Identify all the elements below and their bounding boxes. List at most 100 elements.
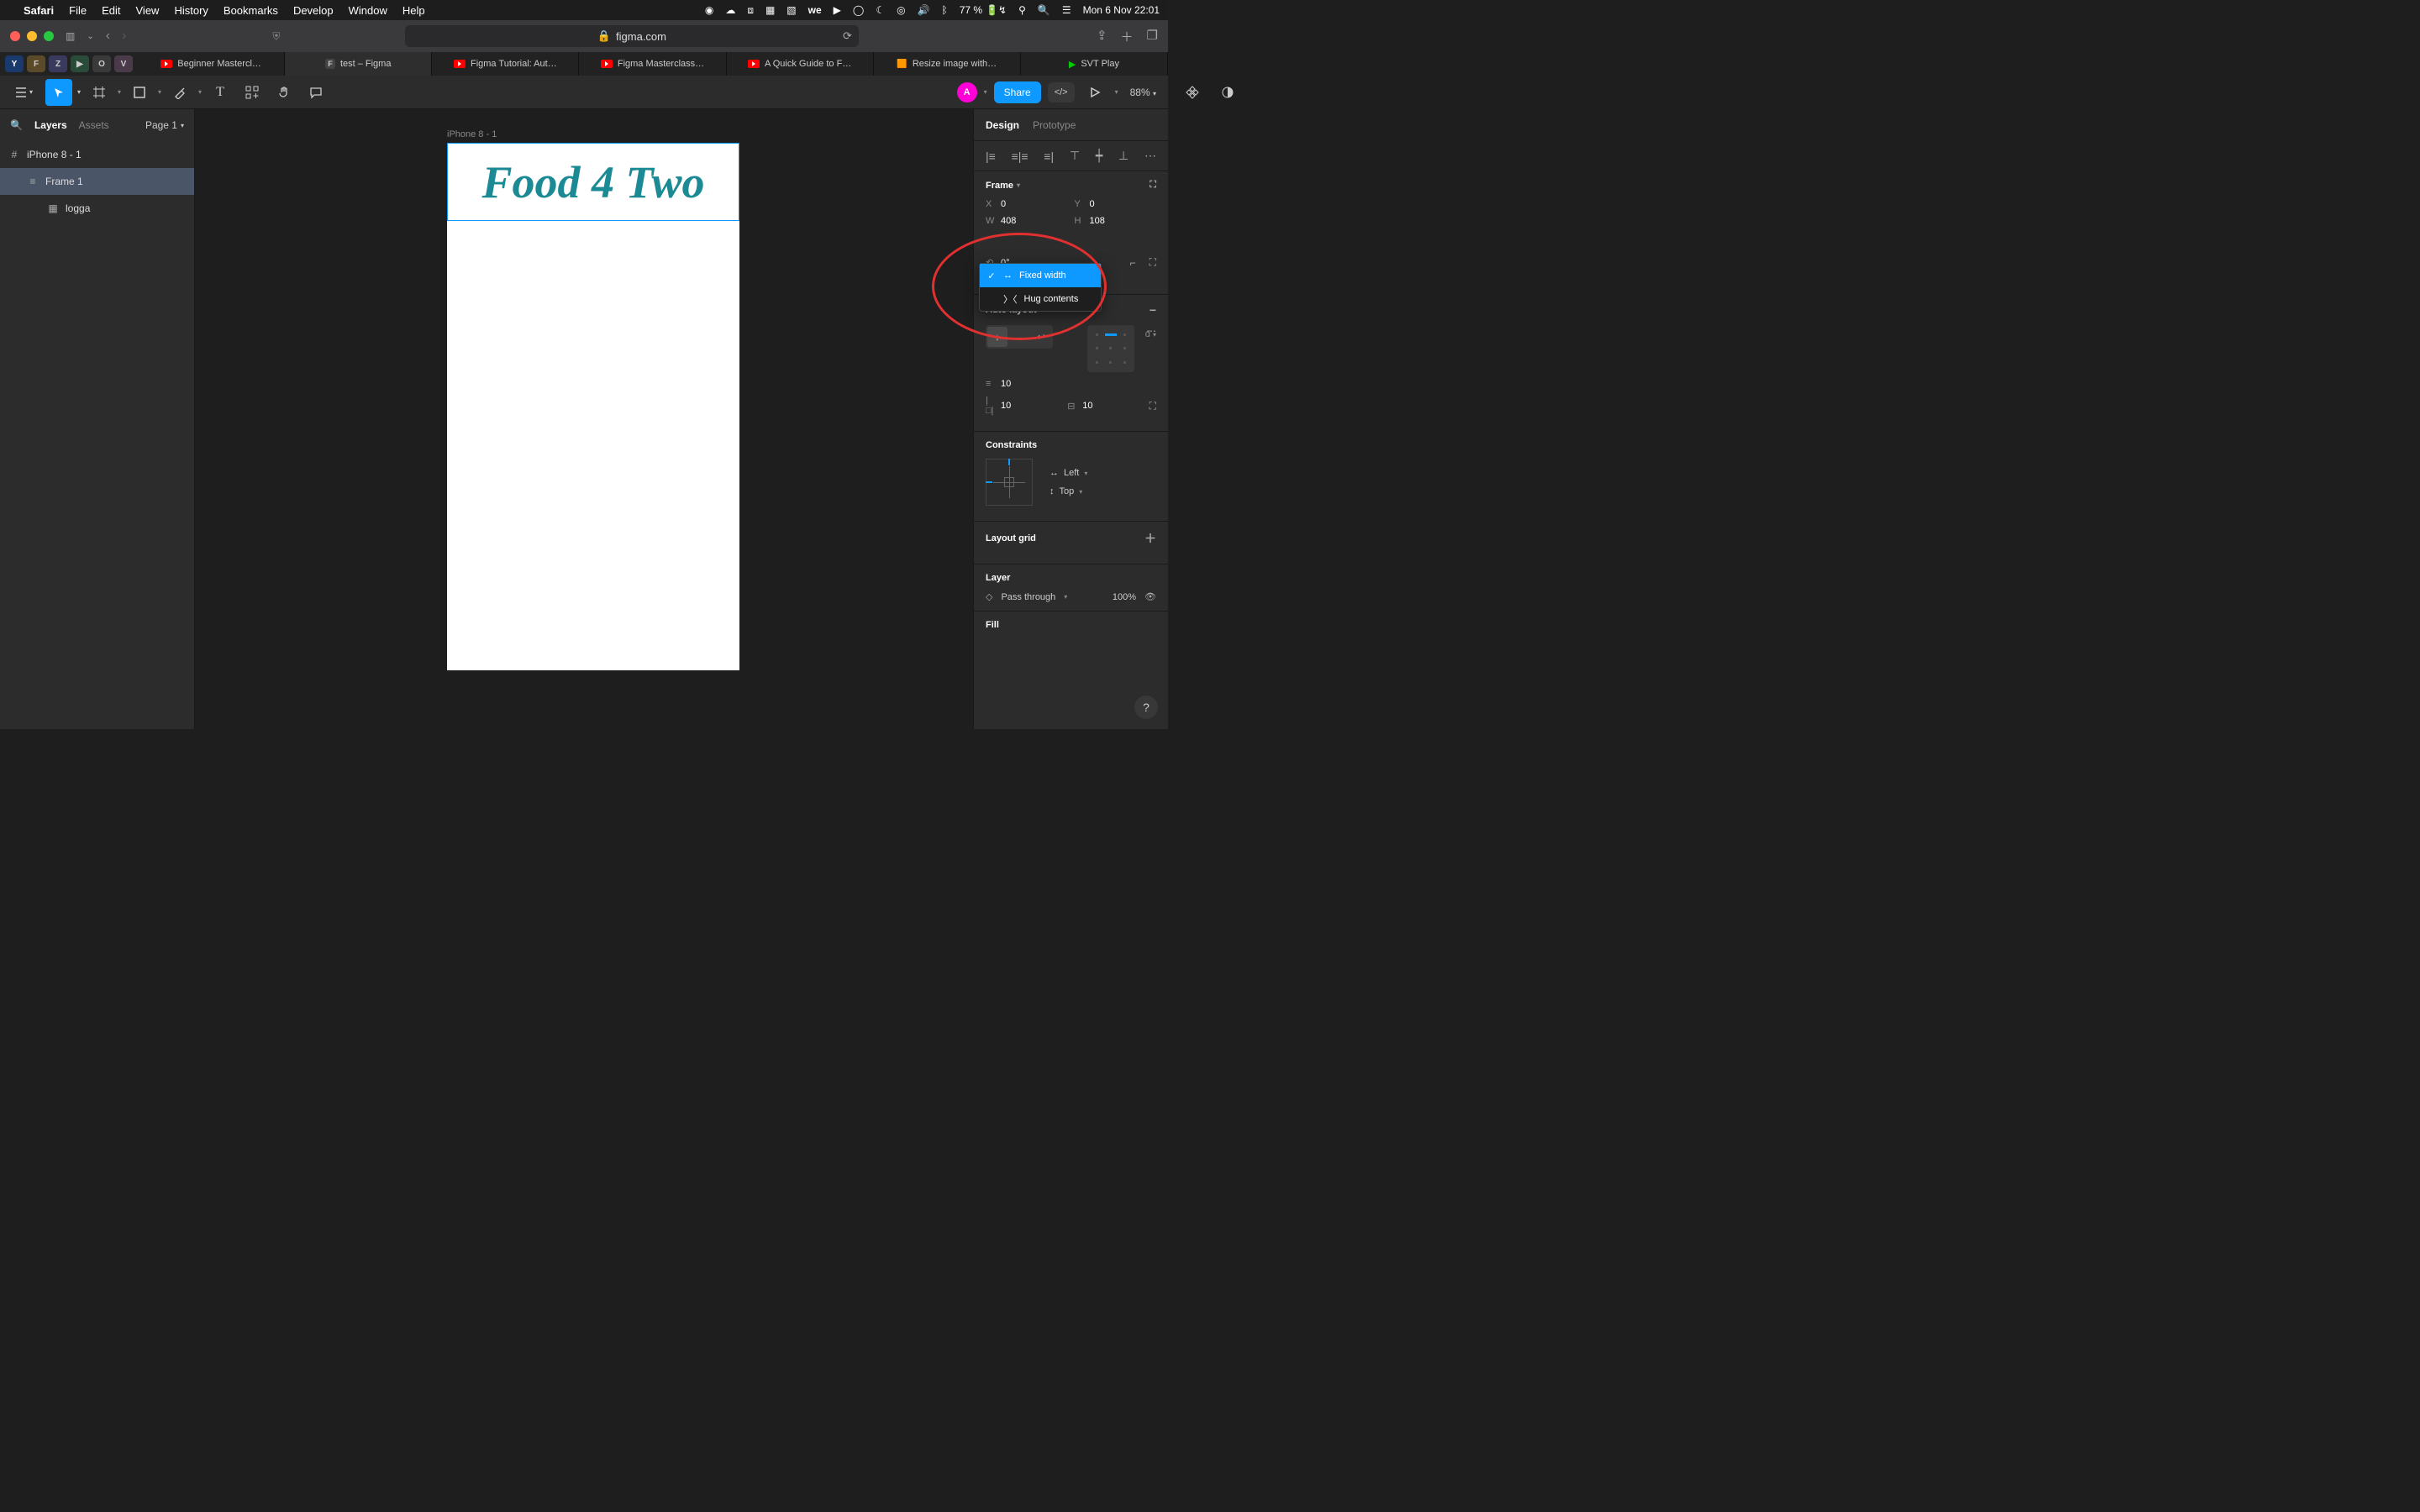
dev-mode-button[interactable]: </> [1048,82,1075,102]
frame-section-title[interactable]: Frame ▾ ⛶ [986,180,1156,191]
blend-mode[interactable]: Pass through [1001,592,1055,602]
browser-tab[interactable]: Ftest – Figma [285,52,432,76]
dropbox-icon[interactable]: ⧈ [747,4,754,17]
browser-tab[interactable]: Beginner Mastercl… [138,52,285,76]
search-icon[interactable]: 🔍 [10,119,23,131]
y-field[interactable]: Y0 [1075,199,1157,209]
status-icon[interactable]: ▧ [786,4,796,16]
shield-icon[interactable]: ⛨ [272,30,280,43]
direction-horizontal[interactable]: → [1009,327,1029,347]
menu-window[interactable]: Window [349,4,387,17]
menu-history[interactable]: History [174,4,208,17]
sidebar-icon[interactable]: ▥ [66,30,75,42]
resize-option-fixed[interactable]: ✓ ↔ Fixed width [980,264,1101,287]
back-button[interactable]: ‹ [106,29,110,44]
zoom-window[interactable] [44,31,54,41]
remove-icon[interactable]: − [1150,303,1156,317]
pinned-tab[interactable]: Z [49,55,67,72]
visibility-icon[interactable]: 👁 [1144,591,1156,602]
share-button[interactable]: Share [994,81,1041,103]
tab-design[interactable]: Design [986,119,1019,131]
component-icon[interactable] [1179,79,1206,106]
independent-corners-icon[interactable]: ⛶ [1150,256,1156,269]
menu-develop[interactable]: Develop [293,4,334,17]
height-field[interactable]: H108 [1075,216,1157,226]
padding-h-field[interactable]: |□|10 [986,396,1060,416]
menu-help[interactable]: Help [402,4,425,17]
browser-tab[interactable]: Figma Tutorial: Aut… [432,52,579,76]
browser-tab[interactable]: A Quick Guide to F… [727,52,874,76]
tool-chevron[interactable]: ▾ [158,88,161,96]
status-icon[interactable]: ◉ [705,4,713,16]
browser-tab[interactable]: Figma Masterclass… [579,52,726,76]
menu-file[interactable]: File [69,4,87,17]
tool-chevron[interactable]: ▾ [77,88,81,96]
hand-tool[interactable] [271,79,297,106]
layer-frame[interactable]: # iPhone 8 - 1 [0,141,194,168]
direction-vertical[interactable]: ↓ [987,327,1007,347]
artboard[interactable]: Food 4 Two [447,143,739,670]
status-icon[interactable]: ▦ [765,4,775,16]
volume-icon[interactable]: 🔊 [918,4,930,16]
width-field[interactable]: W408 [986,216,1068,226]
minimize-window[interactable] [27,31,37,41]
search-icon[interactable]: 🔍 [1038,4,1050,16]
mask-icon[interactable] [1214,79,1241,106]
align-bottom-icon[interactable]: ⊥ [1118,149,1128,163]
record-icon[interactable]: ◯ [853,4,864,16]
menu-bookmarks[interactable]: Bookmarks [224,4,278,17]
tool-chevron[interactable]: ▾ [198,88,202,96]
pinned-tab[interactable]: F [27,55,45,72]
control-center-icon[interactable]: ☰ [1062,4,1071,16]
layer-autolayout[interactable]: ≡ Frame 1 [0,168,194,195]
wetransfer-icon[interactable]: we [808,4,822,16]
resources-tool[interactable] [239,79,266,106]
chevron-down-icon[interactable]: ⌄ [87,32,93,41]
align-left-icon[interactable]: |≡ [986,150,996,163]
clock[interactable]: Mon 6 Nov 22:01 [1083,4,1160,16]
text-tool[interactable]: T [207,79,234,106]
tabs-icon[interactable]: ❐ [1147,28,1158,45]
close-window[interactable] [10,31,20,41]
moon-icon[interactable]: ☾ [876,4,885,16]
artboard-label[interactable]: iPhone 8 - 1 [447,129,497,139]
tab-layers[interactable]: Layers [34,119,67,131]
app-name[interactable]: Safari [24,4,54,17]
address-bar[interactable]: 🔒 figma.com ⟳ [405,25,859,47]
forward-button[interactable]: › [122,29,126,44]
browser-tab[interactable]: ▶SVT Play [1021,52,1168,76]
align-hcenter-icon[interactable]: ≡|≡ [1012,150,1028,163]
pinned-tab[interactable]: ▶ [71,55,89,72]
add-icon[interactable]: ＋ [1144,530,1156,547]
align-top-icon[interactable]: ⊤ [1070,149,1080,163]
page-selector[interactable]: Page 1 ▾ [145,119,184,131]
tool-chevron[interactable]: ▾ [118,88,121,96]
layer-image[interactable]: ▦ logga [0,195,194,222]
present-button[interactable] [1081,79,1108,106]
selected-frame[interactable]: Food 4 Two [447,143,739,221]
tab-assets[interactable]: Assets [79,119,109,131]
avatar[interactable]: A [957,82,977,102]
wifi-icon[interactable]: ⚲ [1018,4,1026,16]
airdrop-icon[interactable]: ◎ [897,4,905,16]
padding-v-field[interactable]: ⊟10 [1067,401,1142,412]
avatar-chevron[interactable]: ▾ [984,88,987,96]
canvas[interactable]: iPhone 8 - 1 Food 4 Two [195,109,973,729]
constraint-v-select[interactable]: ↕Top ▾ [1050,486,1087,496]
status-icon[interactable]: ☁ [725,4,735,16]
browser-tab[interactable]: 🟧Resize image with… [874,52,1021,76]
zoom-level[interactable]: 88% ▾ [1125,87,1161,98]
pinned-tab[interactable]: O [92,55,111,72]
direction-wrap[interactable]: ↩ [1031,327,1051,347]
align-right-icon[interactable]: ≡| [1044,150,1054,163]
fit-icon[interactable]: ⛶ [1150,180,1156,191]
blend-icon[interactable]: ◇ [986,591,992,602]
comment-tool[interactable] [302,79,329,106]
alignment-grid[interactable] [1087,325,1134,372]
opacity-value[interactable]: 100% [1113,592,1136,602]
present-chevron[interactable]: ▾ [1115,88,1118,96]
help-button[interactable]: ? [1134,696,1158,719]
padding-individual-icon[interactable]: ⛶ [1150,400,1156,412]
new-tab-icon[interactable]: ＋ [1121,28,1134,45]
share-icon[interactable]: ⇪ [1097,28,1107,45]
